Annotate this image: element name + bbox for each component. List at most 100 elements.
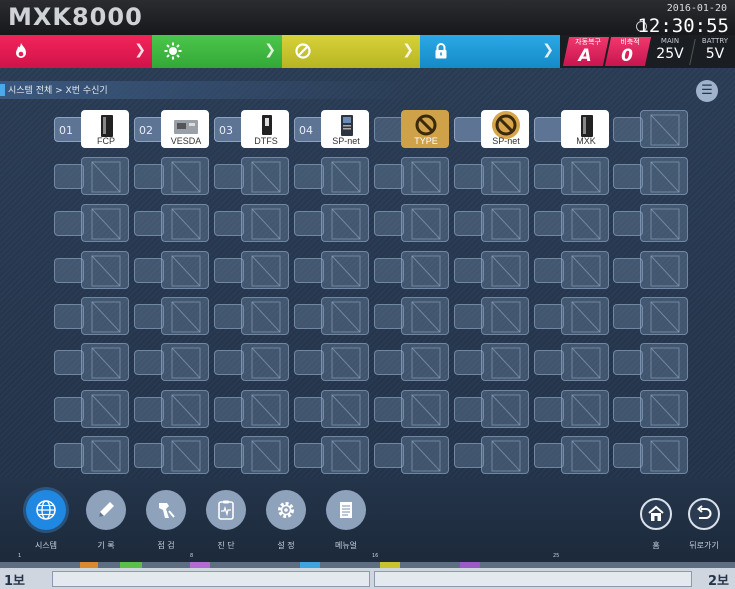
slot-card xyxy=(640,157,688,195)
device-slot[interactable] xyxy=(134,157,212,195)
device-slot[interactable] xyxy=(214,204,292,242)
slot-card xyxy=(401,297,449,335)
back-button[interactable]: 뒤로가기 xyxy=(686,498,722,551)
floor-slot[interactable] xyxy=(52,571,370,587)
bottom-nav: 시스템 기 록 점 검 진 단 설 정 메뉴얼 홈 뒤로가기 1 8 16 25… xyxy=(0,478,735,589)
device-slot[interactable]: TYPE xyxy=(374,110,452,148)
device-slot[interactable] xyxy=(454,157,532,195)
device-slot[interactable] xyxy=(54,204,132,242)
slot-card xyxy=(321,343,369,381)
device-slot[interactable] xyxy=(534,390,612,428)
nav-settings-button[interactable]: 설 정 xyxy=(266,490,306,551)
nav-record-button[interactable]: 기 록 xyxy=(86,490,126,551)
device-slot[interactable] xyxy=(214,343,292,381)
empty-slot-icon xyxy=(171,301,201,333)
device-slot[interactable] xyxy=(214,390,292,428)
nav-diagnose-button[interactable]: 진 단 xyxy=(206,490,246,551)
device-slot[interactable] xyxy=(613,251,691,289)
device-slot[interactable] xyxy=(134,343,212,381)
nav-inspect-label: 점 검 xyxy=(157,541,175,550)
device-slot[interactable] xyxy=(214,436,292,474)
empty-slot-icon xyxy=(491,301,521,333)
device-slot[interactable]: 03 DTFS xyxy=(214,110,292,148)
device-slot[interactable] xyxy=(374,251,452,289)
floor-2-label[interactable]: 2보 xyxy=(708,570,729,589)
fire-status[interactable]: ❯ xyxy=(0,35,152,68)
device-slot[interactable] xyxy=(454,251,532,289)
slot-card xyxy=(481,204,529,242)
device-slot[interactable] xyxy=(613,436,691,474)
empty-slot-icon xyxy=(331,301,361,333)
lock-status[interactable]: ❯ xyxy=(420,35,560,68)
slot-number: 02 xyxy=(139,124,153,137)
device-slot[interactable] xyxy=(454,390,532,428)
device-slot[interactable] xyxy=(534,297,612,335)
slot-card: DTFS xyxy=(241,110,289,148)
device-slot[interactable] xyxy=(613,110,691,148)
device-slot[interactable] xyxy=(54,436,132,474)
device-slot[interactable] xyxy=(54,157,132,195)
device-slot[interactable]: 04 SP-net xyxy=(294,110,372,148)
device-slot[interactable] xyxy=(454,297,532,335)
chevron-right-icon: ❯ xyxy=(134,42,146,58)
device-slot[interactable] xyxy=(134,436,212,474)
floor-1-label[interactable]: 1보 xyxy=(4,570,25,589)
device-slot[interactable] xyxy=(534,204,612,242)
device-slot[interactable] xyxy=(294,343,372,381)
device-slot[interactable] xyxy=(374,436,452,474)
device-slot[interactable] xyxy=(374,204,452,242)
device-slot[interactable] xyxy=(54,390,132,428)
device-slot[interactable] xyxy=(613,157,691,195)
slot-card xyxy=(561,390,609,428)
device-slot[interactable] xyxy=(534,251,612,289)
non-accumulate-mode[interactable]: 비축적 0 xyxy=(604,37,652,66)
device-slot[interactable]: MXK xyxy=(534,110,612,148)
device-slot[interactable] xyxy=(374,157,452,195)
device-slot[interactable] xyxy=(54,343,132,381)
home-button[interactable]: 홈 xyxy=(638,498,674,551)
slot-card xyxy=(321,297,369,335)
device-slot[interactable]: SP-net xyxy=(454,110,532,148)
fault-status[interactable]: ❯ xyxy=(282,35,420,68)
empty-slot-icon xyxy=(171,440,201,472)
device-slot[interactable] xyxy=(613,390,691,428)
device-slot[interactable]: 02 VESDA xyxy=(134,110,212,148)
device-slot[interactable] xyxy=(613,343,691,381)
nav-inspect-button[interactable]: 점 검 xyxy=(146,490,186,551)
device-slot[interactable]: 01 FCP xyxy=(54,110,132,148)
device-slot[interactable] xyxy=(534,157,612,195)
device-slot[interactable] xyxy=(134,297,212,335)
device-slot[interactable] xyxy=(54,251,132,289)
device-slot[interactable] xyxy=(294,436,372,474)
device-slot[interactable] xyxy=(294,251,372,289)
device-slot[interactable] xyxy=(294,157,372,195)
device-slot[interactable] xyxy=(134,390,212,428)
device-slot[interactable] xyxy=(454,343,532,381)
device-slot[interactable] xyxy=(294,390,372,428)
device-slot[interactable] xyxy=(134,251,212,289)
device-slot[interactable] xyxy=(214,157,292,195)
device-slot[interactable] xyxy=(54,297,132,335)
nav-manual-button[interactable]: 메뉴얼 xyxy=(326,490,366,551)
device-slot[interactable] xyxy=(374,390,452,428)
floor-slot[interactable] xyxy=(374,571,692,587)
list-view-button[interactable]: ☰ xyxy=(696,80,718,102)
device-slot[interactable] xyxy=(454,204,532,242)
device-slot[interactable] xyxy=(134,204,212,242)
device-slot[interactable] xyxy=(613,297,691,335)
device-slot[interactable] xyxy=(294,297,372,335)
device-slot[interactable] xyxy=(454,436,532,474)
auto-restore-mode[interactable]: 자동복구 A xyxy=(562,37,610,66)
date-display: 2016-01-20 xyxy=(666,3,727,14)
device-slot[interactable] xyxy=(534,436,612,474)
device-slot[interactable] xyxy=(214,297,292,335)
supervisory-status[interactable]: ❯ xyxy=(152,35,282,68)
device-slot[interactable] xyxy=(613,204,691,242)
device-slot[interactable] xyxy=(534,343,612,381)
slot-tab xyxy=(454,443,484,468)
device-slot[interactable] xyxy=(374,343,452,381)
nav-system-button[interactable]: 시스템 xyxy=(26,490,66,551)
device-slot[interactable] xyxy=(294,204,372,242)
device-slot[interactable] xyxy=(214,251,292,289)
device-slot[interactable] xyxy=(374,297,452,335)
